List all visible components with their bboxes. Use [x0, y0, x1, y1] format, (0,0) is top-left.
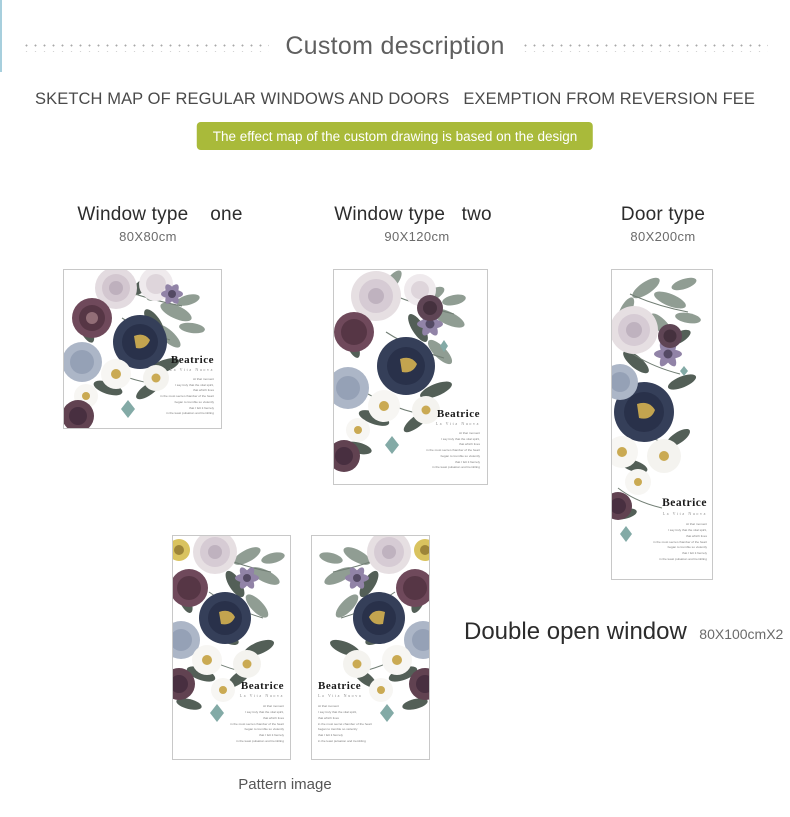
- poster-text-block: Beatrice La Vita Nuova At that moment I …: [182, 679, 284, 745]
- poster-poem: At that moment I say truly that the vita…: [426, 430, 480, 470]
- label-door-type-size: 80X200cm: [630, 229, 696, 244]
- poster-text-block: Beatrice La Vita Nuova At that moment I …: [621, 498, 707, 563]
- subtitle: SKETCH MAP OF REGULAR WINDOWS AND DOORS …: [35, 90, 755, 108]
- poster-double-right-art: Beatrice La Vita Nuova At that moment I …: [312, 536, 429, 759]
- poster-text-block: Beatrice La Vita Nuova At that moment I …: [108, 353, 214, 417]
- poster-subtitle: La Vita Nuova: [435, 420, 480, 426]
- poster-poem: At that moment I say truly that the vita…: [230, 703, 284, 744]
- poster-brand: Beatrice: [318, 679, 362, 692]
- poster-brand: Beatrice: [436, 407, 480, 420]
- label-window-type-one-size: 80X80cm: [119, 229, 177, 244]
- poster-brand: Beatrice: [170, 353, 214, 366]
- poster-door-type-art: Beatrice La Vita Nuova At that moment I …: [612, 270, 712, 579]
- poster-text-block: Beatrice La Vita Nuova At that moment I …: [372, 407, 480, 471]
- poster-poem: At that moment I say truly that the vita…: [318, 703, 372, 744]
- page-title: Custom description: [285, 31, 505, 60]
- dotted-rule-right-icon: [520, 40, 769, 52]
- poster-window-type-two-art: Beatrice La Vita Nuova At that moment I …: [334, 270, 487, 484]
- label-window-type-two-size: 90X120cm: [384, 229, 450, 244]
- poster-double-left[interactable]: Beatrice La Vita Nuova At that moment I …: [172, 535, 291, 760]
- poster-door-type[interactable]: Beatrice La Vita Nuova At that moment I …: [611, 269, 713, 580]
- label-window-type-two-name: Window type two: [334, 204, 492, 225]
- poster-window-type-two[interactable]: Beatrice La Vita Nuova At that moment I …: [333, 269, 488, 485]
- page-header: Custom description: [0, 26, 790, 66]
- poster-brand: Beatrice: [662, 497, 707, 510]
- poster-double-left-art: Beatrice La Vita Nuova At that moment I …: [173, 536, 290, 759]
- poster-subtitle: La Vita Nuova: [169, 366, 214, 372]
- label-double-open-window: Double open window 80X100cmX2: [464, 618, 783, 646]
- label-window-type-two: Window type two 90X120cm: [318, 204, 508, 244]
- poster-poem: At that moment I say truly that the vita…: [160, 376, 214, 416]
- poster-subtitle: La Vita Nuova: [318, 692, 363, 698]
- poster-poem: At that moment I say truly that the vita…: [653, 521, 707, 562]
- label-door-type-name: Door type: [620, 204, 706, 225]
- poster-brand: Beatrice: [240, 679, 284, 692]
- label-door-type: Door type 80X200cm: [588, 204, 738, 244]
- poster-subtitle: La Vita Nuova: [239, 692, 284, 698]
- label-window-type-one: Window type one 80X80cm: [60, 204, 260, 244]
- poster-window-type-one[interactable]: Beatrice La Vita Nuova At that moment I …: [63, 269, 222, 429]
- poster-window-type-one-art: Beatrice La Vita Nuova At that moment I …: [64, 270, 221, 428]
- pattern-image-caption: Pattern image: [238, 776, 332, 793]
- poster-text-block: Beatrice La Vita Nuova At that moment I …: [318, 679, 420, 745]
- label-window-type-one-name: Window type one: [77, 204, 243, 225]
- poster-subtitle: La Vita Nuova: [662, 510, 707, 516]
- label-double-open-window-size: 80X100cmX2: [699, 626, 784, 642]
- label-double-open-window-name: Double open window: [464, 618, 687, 645]
- poster-double-right[interactable]: Beatrice La Vita Nuova At that moment I …: [311, 535, 430, 760]
- custom-description-page: Custom description SKETCH MAP OF REGULAR…: [0, 0, 790, 817]
- dotted-rule-left-icon: [22, 40, 270, 52]
- design-note-banner: The effect map of the custom drawing is …: [196, 122, 594, 150]
